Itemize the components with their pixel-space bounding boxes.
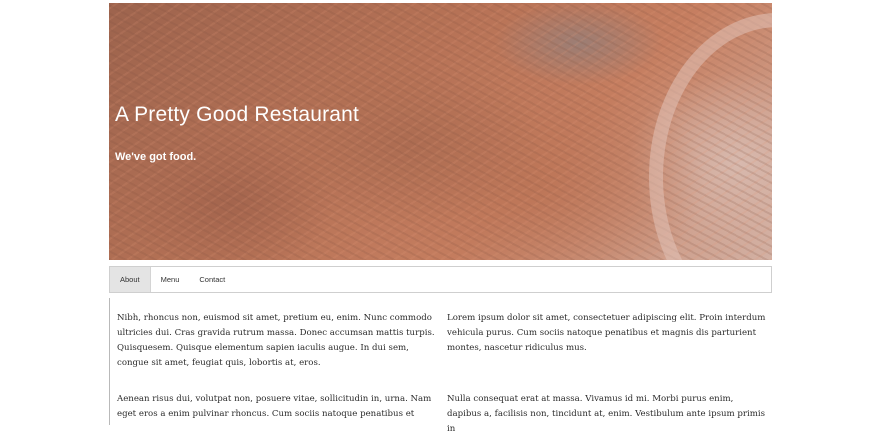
paragraph: Nulla consequat erat at massa. Vivamus i… xyxy=(447,394,766,434)
paragraph: Nibh, rhoncus non, euismod sit amet, pre… xyxy=(117,313,435,368)
tab-about[interactable]: About xyxy=(110,267,151,292)
page-subtitle: We've got food. xyxy=(115,151,197,163)
hero-overlay xyxy=(109,3,772,260)
tab-contact[interactable]: Contact xyxy=(189,267,235,292)
paragraph: Aenean risus dui, volutpat non, posuere … xyxy=(117,394,432,419)
tab-menu[interactable]: Menu xyxy=(151,267,190,292)
paragraph: Lorem ipsum dolor sit amet, consectetuer… xyxy=(447,313,766,353)
hero-banner: A Pretty Good Restaurant We've got food. xyxy=(109,3,772,260)
tab-bar: About Menu Contact xyxy=(109,266,772,293)
about-content: Nibh, rhoncus non, euismod sit amet, pre… xyxy=(109,298,773,434)
page-title: A Pretty Good Restaurant xyxy=(115,103,360,126)
